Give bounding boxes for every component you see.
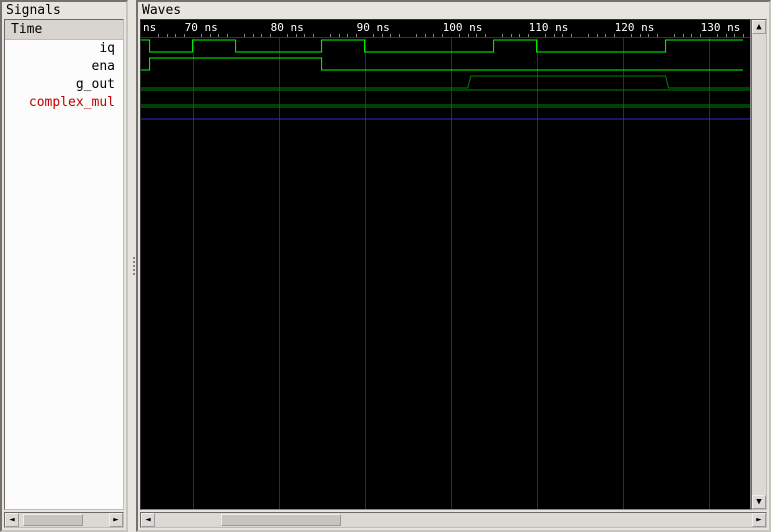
ruler-tick: 100 ns xyxy=(443,21,483,34)
time-header: Time xyxy=(5,20,123,40)
ruler-tick: 90 ns xyxy=(357,21,390,34)
scroll-right-icon[interactable]: ► xyxy=(109,513,123,527)
waveform-row xyxy=(141,56,750,74)
signals-panel: Signals Time iq ena g_out complex_mul ◄ … xyxy=(0,0,128,532)
scroll-thumb[interactable] xyxy=(23,514,83,526)
waveform-row xyxy=(141,92,750,110)
ruler-tick: 110 ns xyxy=(529,21,569,34)
signal-row[interactable]: g_out xyxy=(5,76,123,94)
waveform-row xyxy=(141,110,750,128)
signals-list: Time iq ena g_out complex_mul xyxy=(4,19,124,510)
waveform-row xyxy=(141,74,750,92)
time-ruler: ns70 ns80 ns90 ns100 ns110 ns120 ns130 n… xyxy=(141,20,750,38)
signal-row[interactable]: complex_mul xyxy=(5,94,123,112)
waves-vscrollbar[interactable]: ▲ ▼ xyxy=(751,19,767,510)
scroll-left-icon[interactable]: ◄ xyxy=(141,513,155,527)
signals-hscrollbar[interactable]: ◄ ► xyxy=(4,512,124,528)
waves-panel: Waves ns70 ns80 ns90 ns100 ns110 ns120 n… xyxy=(136,0,771,532)
scroll-left-icon[interactable]: ◄ xyxy=(5,513,19,527)
waves-hscrollbar[interactable]: ◄ ► xyxy=(140,512,767,528)
signal-row[interactable]: ena xyxy=(5,58,123,76)
scroll-thumb[interactable] xyxy=(221,514,341,526)
ruler-tick: 80 ns xyxy=(271,21,304,34)
signals-title: Signals xyxy=(2,2,126,19)
scroll-down-icon[interactable]: ▼ xyxy=(752,495,766,509)
signal-row[interactable]: iq xyxy=(5,40,123,58)
waveform-canvas[interactable]: ns70 ns80 ns90 ns100 ns110 ns120 ns130 n… xyxy=(140,19,751,510)
ruler-tick: 70 ns xyxy=(185,21,218,34)
ruler-tick: 120 ns xyxy=(615,21,655,34)
scroll-right-icon[interactable]: ► xyxy=(752,513,766,527)
waveform-row xyxy=(141,38,750,56)
scroll-up-icon[interactable]: ▲ xyxy=(752,20,766,34)
waves-title: Waves xyxy=(138,2,769,19)
ruler-tick: 130 ns xyxy=(701,21,741,34)
